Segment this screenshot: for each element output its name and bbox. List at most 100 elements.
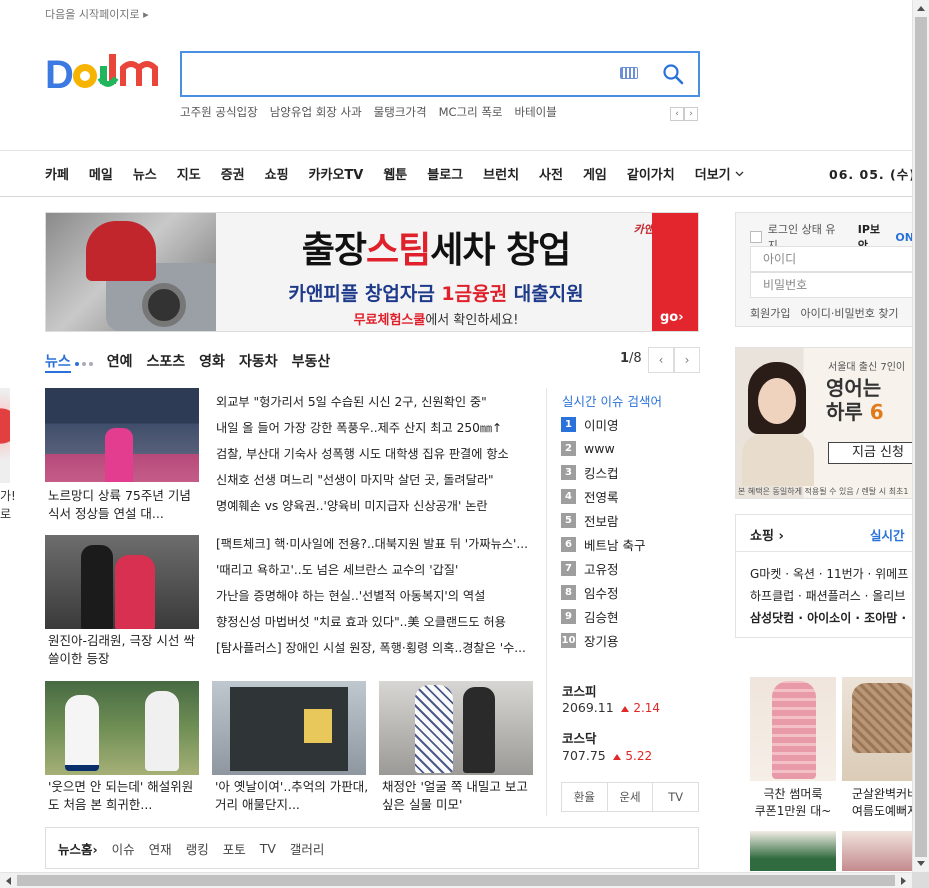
nav-item-cafe[interactable]: 카페 <box>45 164 69 183</box>
scroll-thumb[interactable] <box>915 17 927 857</box>
start-page-link[interactable]: 다음을 시작페이지로 ▸ <box>45 6 149 22</box>
nav-item-together[interactable]: 같이가치 <box>627 164 675 183</box>
search-box[interactable] <box>180 51 700 97</box>
news-footer-link[interactable]: 포토 <box>223 839 246 858</box>
nav-item-mail[interactable]: 메일 <box>89 164 113 183</box>
horizontal-scrollbar[interactable] <box>0 872 912 888</box>
daum-logo[interactable]: D <box>45 50 163 97</box>
shopping-live-link[interactable]: 실시간 <box>870 525 905 544</box>
news-footer-link[interactable]: TV <box>260 841 276 856</box>
headline-link[interactable]: 외교부 "헝가리서 5일 수습된 시신 2구, 신원확인 중" <box>216 389 534 415</box>
headline-link[interactable]: 내일 올 들어 가장 강한 폭풍우..제주 산지 최고 250㎜↑ <box>216 415 534 441</box>
keep-login-checkbox[interactable] <box>750 231 762 243</box>
scroll-thumb[interactable] <box>17 875 895 886</box>
password-field[interactable]: 비밀번호 <box>750 272 920 298</box>
id-field[interactable]: 아이디 <box>750 246 920 272</box>
vertical-scrollbar[interactable] <box>912 0 929 872</box>
realtime-item[interactable]: 6 베트남 축구 <box>561 532 645 556</box>
realtime-item[interactable]: 3 킹스컵 <box>561 460 645 484</box>
realtime-item[interactable]: 7 고유정 <box>561 556 645 580</box>
scroll-down-icon[interactable] <box>917 861 925 866</box>
realtime-item[interactable]: 8 임수정 <box>561 580 645 604</box>
news-home-link[interactable]: 뉴스홈› <box>58 839 98 858</box>
news-thumb[interactable] <box>45 681 199 775</box>
nav-item-news[interactable]: 뉴스 <box>133 164 157 183</box>
tab-sports[interactable]: 스포츠 <box>147 351 186 371</box>
hot-keyword[interactable]: MC그리 폭로 <box>439 104 503 120</box>
product-image[interactable] <box>750 831 836 871</box>
tab-news[interactable]: 뉴스 <box>45 351 93 373</box>
scroll-left-icon[interactable] <box>6 877 11 885</box>
tab-car[interactable]: 자동차 <box>239 351 278 371</box>
realtime-item[interactable]: 9 김승현 <box>561 604 645 628</box>
keyboard-icon[interactable] <box>620 67 638 79</box>
news-thumb[interactable] <box>212 681 366 775</box>
hot-keyword[interactable]: 남양유업 회장 사과 <box>270 104 362 120</box>
headline-link[interactable]: 검찰, 부산대 기숙사 성폭행 시도 대학생 집유 판결에 항소 <box>216 441 534 467</box>
shopping-title[interactable]: 쇼핑 › <box>750 525 784 544</box>
realtime-item[interactable]: 1 이미영 <box>561 412 645 436</box>
headline-link[interactable]: 향정신성 마법버섯 "치료 효과 있다"..美 오클랜드도 허용 <box>216 609 534 635</box>
tab-exchange[interactable]: 환율 <box>562 783 608 811</box>
nav-more-button[interactable]: 더보기 <box>695 164 744 183</box>
ad-cta-button[interactable]: 지금 신청 <box>828 442 914 464</box>
news-thumb-caption[interactable]: '웃으면 안 되는데' 해설위원도 처음 본 희귀한... <box>48 778 203 814</box>
realtime-item[interactable]: 2 www <box>561 436 645 460</box>
left-peek-image[interactable] <box>0 388 10 483</box>
signup-link[interactable]: 회원가입 <box>750 305 790 321</box>
shopping-links[interactable]: 하프클럽 · 패션플러스 · 올리브 <box>750 587 905 604</box>
news-thumb-caption[interactable]: 노르망디 상륙 75주년 기념식서 정상들 연설 대... <box>48 487 198 523</box>
nav-item-dictionary[interactable]: 사전 <box>539 164 563 183</box>
headline-link[interactable]: 신채호 선생 며느리 "선생이 마지막 살던 곳, 돌려달라" <box>216 467 534 493</box>
nav-item-game[interactable]: 게임 <box>583 164 607 183</box>
hot-keyword[interactable]: 물탱크가격 <box>374 104 427 120</box>
realtime-item[interactable]: 4 전영록 <box>561 484 645 508</box>
prev-arrow-icon[interactable]: ‹ <box>670 107 684 121</box>
nav-item-stock[interactable]: 증권 <box>221 164 245 183</box>
headline-link[interactable]: [팩트체크] 핵·미사일에 전용?..대북지원 발표 뒤 '가짜뉴스'... <box>216 531 534 557</box>
search-input[interactable] <box>192 61 592 87</box>
search-button[interactable] <box>662 63 684 85</box>
nav-item-shopping[interactable]: 쇼핑 <box>265 164 289 183</box>
tab-movie[interactable]: 영화 <box>199 351 225 371</box>
nav-item-webtoon[interactable]: 웹툰 <box>383 164 407 183</box>
nav-item-map[interactable]: 지도 <box>177 164 201 183</box>
news-thumb-caption[interactable]: '아 옛날이여'..추억의 가판대, 거리 애물단지... <box>215 778 370 814</box>
news-thumb[interactable] <box>45 535 199 629</box>
nav-item-blog[interactable]: 블로그 <box>427 164 463 183</box>
product-image[interactable] <box>750 677 836 781</box>
news-thumb[interactable] <box>379 681 533 775</box>
realtime-title[interactable]: 실시간 이슈 검색어 <box>562 391 662 410</box>
hot-keyword[interactable]: 바테이블 <box>515 104 557 120</box>
tab-entertainment[interactable]: 연예 <box>107 351 133 371</box>
prev-page-button[interactable]: ‹ <box>648 347 674 373</box>
shopping-links[interactable]: 삼성닷컴 · 아이소이 · 조아맘 · <box>750 609 906 626</box>
headline-link[interactable]: [탐사플러스] 장애인 시설 원장, 폭행·횡령 의혹..경찰은 '수... <box>216 635 534 661</box>
side-ad[interactable]: 서울대 출신 7인이 영어는 하루 6 지금 신청 본 혜택은 동일하게 적용될 … <box>735 347 915 499</box>
tab-fortune[interactable]: 운세 <box>608 783 654 811</box>
nav-item-brunch[interactable]: 브런치 <box>483 164 519 183</box>
news-footer-link[interactable]: 이슈 <box>112 839 135 858</box>
tab-tv[interactable]: TV <box>653 783 698 811</box>
news-footer-link[interactable]: 랭킹 <box>186 839 209 858</box>
scroll-up-icon[interactable] <box>917 6 925 11</box>
news-thumb[interactable] <box>45 388 199 482</box>
realtime-item[interactable]: 10 장기용 <box>561 628 645 652</box>
kosdaq-label[interactable]: 코스닥 <box>562 728 597 747</box>
news-footer-link[interactable]: 연재 <box>149 839 172 858</box>
banner-go-button[interactable]: go› <box>652 213 698 331</box>
tab-realestate[interactable]: 부동산 <box>292 351 331 371</box>
find-account-link[interactable]: 아이디·비밀번호 찾기 <box>800 305 898 321</box>
news-thumb-caption[interactable]: 채정안 '얼굴 쪽 내밀고 보고싶은 실물 미모' <box>382 778 537 814</box>
kospi-label[interactable]: 코스피 <box>562 681 597 700</box>
next-page-button[interactable]: › <box>674 347 700 373</box>
nav-item-kakaotv[interactable]: 카카오TV <box>309 164 364 183</box>
realtime-item[interactable]: 5 전보람 <box>561 508 645 532</box>
scroll-right-icon[interactable] <box>901 877 906 885</box>
headline-link[interactable]: 가난을 증명해야 하는 현실..'선별적 아동복지'의 역설 <box>216 583 534 609</box>
news-footer-link[interactable]: 갤러리 <box>290 839 325 858</box>
news-thumb-caption[interactable]: 원진아-김래원, 극장 시선 싹쓸이한 등장 <box>48 632 198 668</box>
shopping-links[interactable]: G마켓 · 옥션 · 11번가 · 위메프 <box>750 565 908 582</box>
left-peek-caption[interactable]: 가! 로 <box>0 487 16 523</box>
headline-link[interactable]: 명예훼손 vs 양육권..'양육비 미지급자 신상공개' 논란 <box>216 493 534 519</box>
